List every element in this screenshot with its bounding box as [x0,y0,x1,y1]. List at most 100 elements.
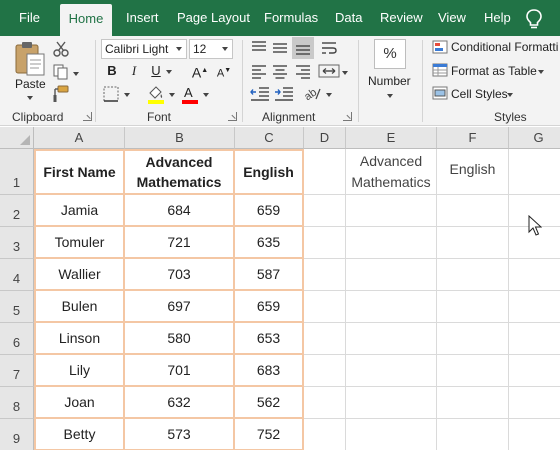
cell-b7[interactable]: 701 [125,355,235,387]
cell-f9[interactable] [437,419,509,450]
borders-icon[interactable] [103,86,119,102]
cell-b4[interactable]: 703 [125,259,235,291]
cell-f8[interactable] [437,387,509,419]
cell-g5[interactable] [509,291,560,323]
conditional-formatting-icon[interactable] [432,40,448,54]
merge-dropdown-arrow[interactable] [342,71,348,75]
cell-styles-button[interactable]: Cell Styles [451,87,508,101]
cell-c3[interactable]: 635 [235,227,304,259]
paste-dropdown-arrow[interactable] [27,96,33,100]
row-header-3[interactable]: 3 [0,227,34,259]
row-header-2[interactable]: 2 [0,195,34,227]
cell-d3[interactable] [304,227,346,259]
paste-button-label[interactable]: Paste [15,77,46,91]
top-align-icon[interactable] [250,39,268,57]
decrease-indent-icon[interactable] [250,86,270,102]
increase-indent-icon[interactable] [274,86,294,102]
italic-button[interactable]: I [124,61,144,81]
copy-icon[interactable] [52,63,70,81]
column-header-d[interactable]: D [304,127,346,149]
cell-e2[interactable] [346,195,437,227]
column-header-f[interactable]: F [437,127,509,149]
format-as-table-button[interactable]: Format as Table [451,64,537,78]
underline-dropdown-arrow[interactable] [166,70,172,74]
cell-f5[interactable] [437,291,509,323]
cell-f1[interactable]: English [437,149,509,195]
cell-g8[interactable] [509,387,560,419]
cell-e5[interactable] [346,291,437,323]
tab-insert[interactable]: Insert [126,0,159,36]
cell-a5[interactable]: Bulen [34,291,125,323]
cell-a8[interactable]: Joan [34,387,125,419]
cell-d4[interactable] [304,259,346,291]
number-format-dropdown-arrow[interactable] [387,94,393,98]
cell-f2[interactable] [437,195,509,227]
cell-b1[interactable]: Advanced Mathematics [125,149,235,195]
tab-view[interactable]: View [438,0,466,36]
row-header-7[interactable]: 7 [0,355,34,387]
cell-d6[interactable] [304,323,346,355]
column-header-e[interactable]: E [346,127,437,149]
decrease-font-size-button[interactable]: A▼ [214,61,234,81]
tab-formulas[interactable]: Formulas [264,0,318,36]
cell-b2[interactable]: 684 [125,195,235,227]
cell-b6[interactable]: 580 [125,323,235,355]
cell-g9[interactable] [509,419,560,450]
cell-b9[interactable]: 573 [125,419,235,450]
fill-color-icon[interactable] [146,84,166,104]
cell-b5[interactable]: 697 [125,291,235,323]
cell-f7[interactable] [437,355,509,387]
tab-home[interactable]: Home [60,4,112,36]
conditional-formatting-button[interactable]: Conditional Formatti [451,40,558,54]
cell-f3[interactable] [437,227,509,259]
cell-a2[interactable]: Jamia [34,195,125,227]
cell-c9[interactable]: 752 [235,419,304,450]
row-header-4[interactable]: 4 [0,259,34,291]
tell-me-lightbulb-icon[interactable] [525,8,543,30]
cell-a1[interactable]: First Name [34,149,125,195]
cut-icon[interactable] [52,40,70,58]
cell-g1[interactable] [509,149,560,195]
column-header-b[interactable]: B [125,127,235,149]
font-size-dropdown-arrow[interactable] [222,47,228,51]
cell-c1[interactable]: English [235,149,304,195]
underline-button[interactable]: U [146,61,166,81]
cell-a3[interactable]: Tomuler [34,227,125,259]
tab-page-layout[interactable]: Page Layout [177,0,250,36]
tab-data[interactable]: Data [335,0,362,36]
bold-button[interactable]: B [102,61,122,81]
increase-font-size-button[interactable]: A▲ [190,61,210,81]
borders-dropdown-arrow[interactable] [124,93,130,97]
cell-a9[interactable]: Betty [34,419,125,450]
number-format-button-label[interactable]: Number [368,74,411,88]
font-name-combo[interactable]: Calibri Light [101,39,187,59]
align-center-icon[interactable] [271,62,289,80]
cell-c8[interactable]: 562 [235,387,304,419]
cell-c7[interactable]: 683 [235,355,304,387]
cell-e9[interactable] [346,419,437,450]
cell-e7[interactable] [346,355,437,387]
orientation-icon[interactable]: ab [302,84,322,102]
bottom-align-icon[interactable] [294,39,312,57]
cell-styles-icon[interactable] [432,86,448,100]
cell-e8[interactable] [346,387,437,419]
cell-c5[interactable]: 659 [235,291,304,323]
format-as-table-dropdown-arrow[interactable] [538,70,544,74]
column-header-g[interactable]: G [509,127,560,149]
cell-a6[interactable]: Linson [34,323,125,355]
alignment-dialog-launcher[interactable] [343,112,352,121]
row-header-9[interactable]: 9 [0,419,34,450]
font-dialog-launcher[interactable] [228,112,237,121]
cell-g4[interactable] [509,259,560,291]
select-all-corner[interactable] [0,127,34,149]
cell-f6[interactable] [437,323,509,355]
cell-c6[interactable]: 653 [235,323,304,355]
cell-e4[interactable] [346,259,437,291]
row-header-6[interactable]: 6 [0,323,34,355]
cell-d5[interactable] [304,291,346,323]
column-header-a[interactable]: A [34,127,125,149]
merge-center-icon[interactable] [318,62,340,80]
cell-a7[interactable]: Lily [34,355,125,387]
cell-d7[interactable] [304,355,346,387]
row-header-5[interactable]: 5 [0,291,34,323]
